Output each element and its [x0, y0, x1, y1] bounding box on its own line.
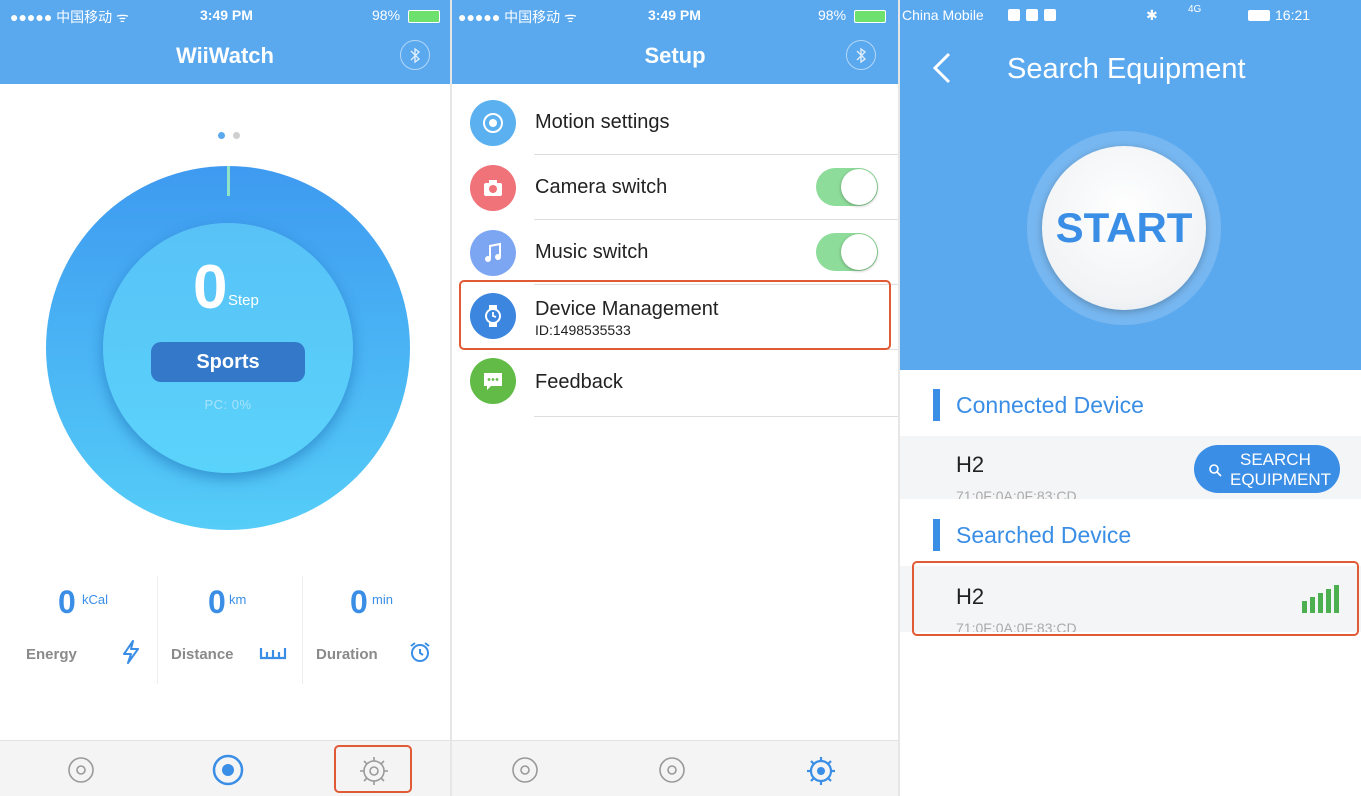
network-type: 4G	[1188, 4, 1202, 15]
search-button-label: SEARCH	[1240, 450, 1311, 469]
search-icon	[1209, 464, 1222, 477]
search-button-label: EQUIPMENT	[1230, 470, 1332, 489]
energy-label: Energy	[26, 646, 77, 663]
app-header: Setup	[452, 30, 898, 84]
bluetooth-status-icon: ✱	[1146, 7, 1158, 23]
page-title: Setup	[644, 43, 706, 68]
menu-item-camera-switch: Camera switch	[452, 155, 898, 220]
progress-marker	[227, 166, 230, 196]
distance-label: Distance	[171, 646, 234, 663]
record-icon[interactable]	[657, 755, 687, 790]
step-unit: Step	[228, 292, 259, 309]
battery-icon	[854, 10, 886, 23]
searched-device-title: Searched Device	[956, 522, 1132, 548]
settings-gear-icon[interactable]	[805, 755, 837, 792]
status-bar: ●●●●● 中国移动 ᯤ 3:49 PM 98%	[0, 0, 450, 30]
carrier-label: ●●●●● 中国移动 ᯤ	[458, 9, 577, 25]
sports-button[interactable]: Sports	[151, 342, 305, 382]
carrier-label: ●●●●● 中国移动 ᯤ	[10, 9, 129, 25]
distance-value: 0	[208, 584, 226, 620]
chat-bubble-icon	[470, 358, 516, 404]
clock: 3:49 PM	[200, 7, 253, 23]
status-bar: ●●●●● 中国移动 ᯤ 3:49 PM 98%	[452, 0, 898, 30]
target-icon	[470, 100, 516, 146]
device-name: H2	[956, 452, 985, 477]
notification-icon	[1026, 9, 1038, 21]
tab-bar	[452, 740, 898, 796]
alarm-clock-icon	[409, 641, 431, 668]
search-equipment-button[interactable]: SEARCH EQUIPMENT	[1194, 445, 1340, 493]
highlight-box	[912, 561, 1359, 636]
camera-toggle[interactable]	[816, 168, 878, 206]
section-marker	[933, 519, 940, 551]
notification-icon	[1008, 9, 1020, 21]
section-marker	[933, 389, 940, 421]
battery-percent: 98%	[818, 7, 847, 23]
connected-device-title: Connected Device	[956, 392, 1144, 418]
clock: 3:49 PM	[648, 7, 701, 23]
start-button[interactable]: START	[1042, 146, 1206, 310]
step-count: 0	[193, 253, 228, 322]
music-toggle[interactable]	[816, 233, 878, 271]
back-arrow-icon[interactable]	[932, 52, 952, 89]
stat-divider	[157, 576, 158, 684]
menu-item-label: Motion settings	[535, 111, 670, 133]
setup-screen: ●●●●● 中国移动 ᯤ 3:49 PM 98% Setup Motion se…	[452, 0, 898, 796]
page-title: Search Equipment	[1007, 53, 1246, 85]
page-title: WiiWatch	[176, 43, 274, 68]
pc-label: PC: 0%	[204, 397, 252, 412]
battery-percent: 98%	[372, 7, 401, 23]
bluetooth-icon[interactable]	[846, 40, 876, 70]
music-note-icon	[470, 230, 516, 276]
menu-item-motion-settings[interactable]: Motion settings	[452, 90, 898, 155]
duration-value: 0	[350, 584, 368, 620]
energy-value: 0	[58, 584, 76, 620]
stat-divider	[302, 576, 303, 684]
ruler-icon	[259, 646, 287, 665]
wiiwatch-home-screen: ●●●●● 中国移动 ᯤ 3:49 PM 98% WiiWatch 0 Step…	[0, 0, 450, 796]
search-header: Search Equipment START	[900, 30, 1361, 370]
menu-item-music-switch: Music switch	[452, 220, 898, 285]
highlight-box	[334, 745, 412, 793]
page-indicator	[214, 126, 244, 144]
toggle-knob	[841, 169, 877, 205]
distance-unit: km	[229, 592, 247, 607]
duration-label: Duration	[316, 646, 378, 663]
app-header: WiiWatch	[0, 30, 450, 84]
menu-item-label: Music switch	[535, 241, 649, 263]
toggle-knob	[841, 234, 877, 270]
duration-unit: min	[372, 592, 393, 607]
menu-item-label: Feedback	[535, 371, 623, 393]
energy-unit: kCal	[82, 592, 109, 607]
carrier-label: China Mobile	[902, 7, 984, 23]
lightning-icon	[121, 640, 141, 669]
search-equipment-screen: China Mobile ✱ 4G 16:21 Search Equipment…	[900, 0, 1361, 796]
page-dot-active	[218, 132, 225, 139]
notification-icon	[1044, 9, 1056, 21]
device-mac: 71:0F:0A:0F:83:CD	[956, 488, 1077, 499]
camera-icon	[470, 165, 516, 211]
bluetooth-icon[interactable]	[400, 40, 430, 70]
battery-icon	[408, 10, 440, 23]
highlight-box	[459, 280, 891, 350]
battery-icon	[1248, 10, 1270, 21]
record-icon[interactable]	[211, 753, 245, 792]
clock: 16:21	[1275, 7, 1311, 23]
menu-item-feedback[interactable]: Feedback	[452, 350, 898, 417]
status-bar: China Mobile ✱ 4G 16:21	[900, 0, 1361, 30]
page-dot	[233, 132, 240, 139]
row-divider	[534, 416, 898, 417]
location-icon[interactable]	[510, 755, 540, 790]
menu-item-label: Camera switch	[535, 176, 668, 198]
location-icon[interactable]	[66, 755, 96, 790]
